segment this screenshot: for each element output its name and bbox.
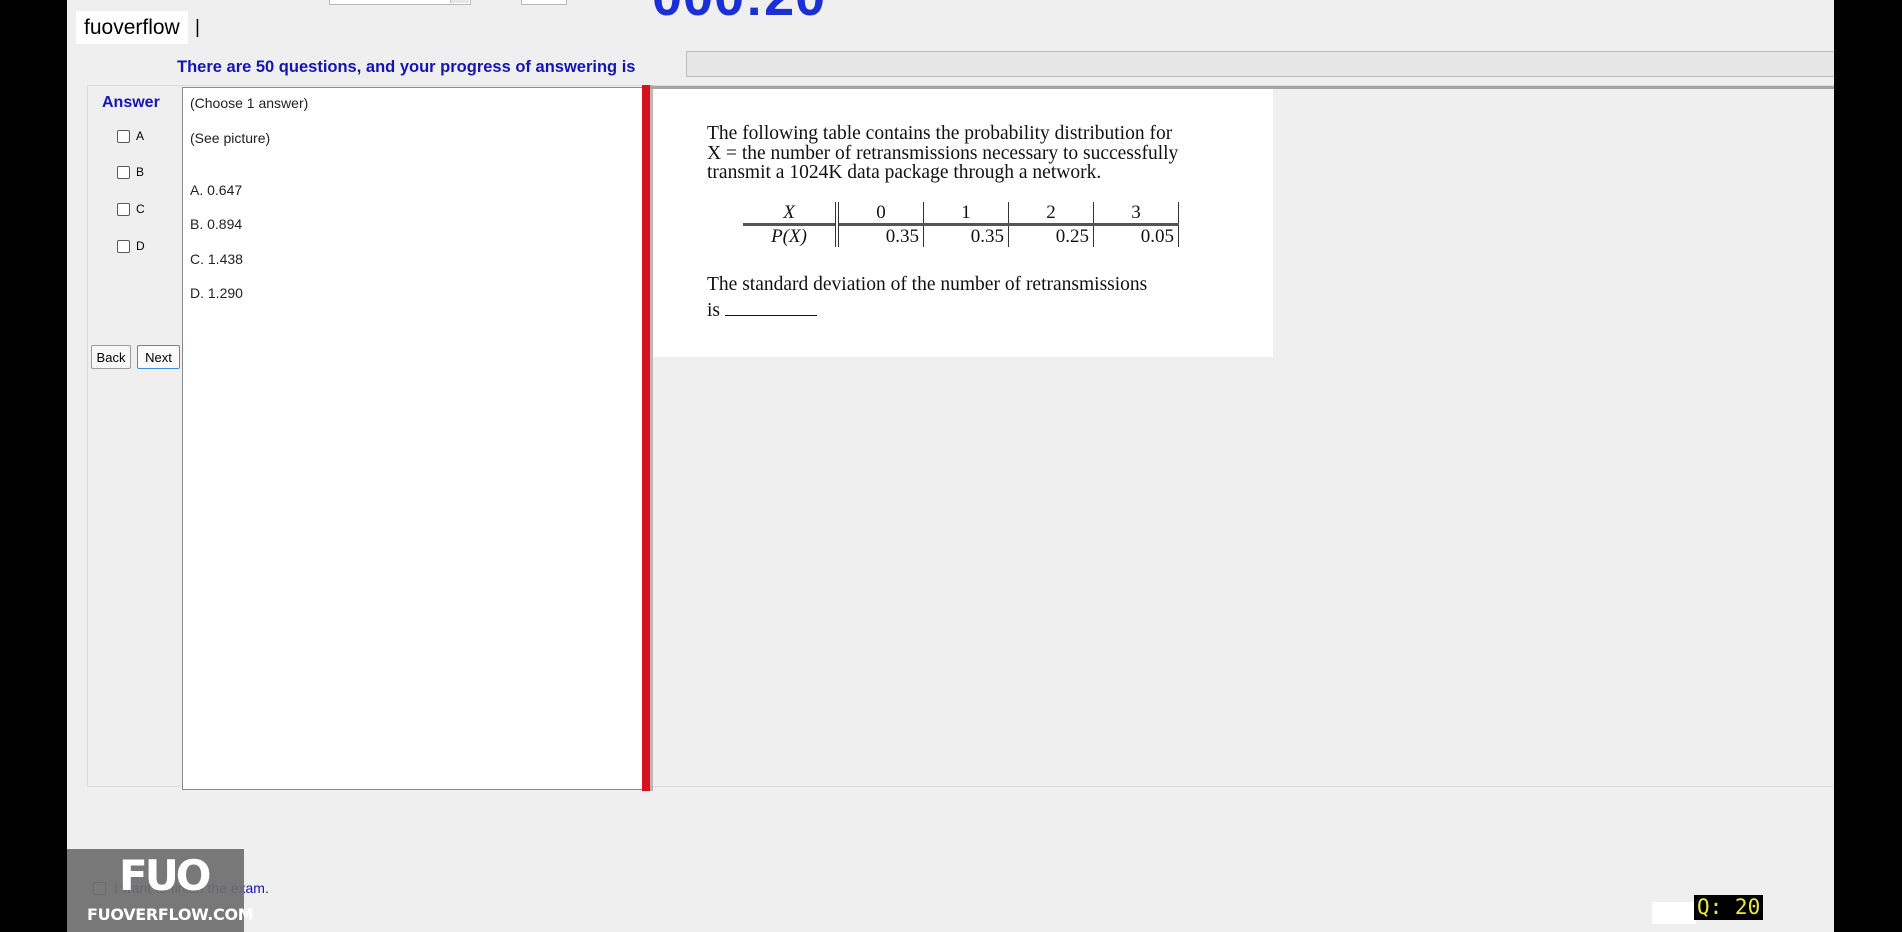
choice-b-text: B. 0.894 bbox=[190, 216, 243, 232]
table-row: P(X) 0.35 0.35 0.25 0.05 bbox=[743, 224, 1179, 247]
watermark-logo: FUO FUOVERFLOW.COM bbox=[67, 849, 254, 932]
answer-text-panel: (Choose 1 answer) (See picture) A. 0.647… bbox=[182, 87, 645, 790]
table-cell: 0 bbox=[837, 202, 924, 226]
option-d-checkbox[interactable]: D bbox=[117, 238, 157, 254]
option-letter: C bbox=[136, 202, 145, 216]
checkbox-icon[interactable] bbox=[117, 202, 130, 216]
table-cell: 2 bbox=[1008, 202, 1094, 226]
top-spin-box[interactable] bbox=[521, 0, 567, 5]
watermark-logo-mark: FUO bbox=[119, 851, 211, 900]
text-cursor: | bbox=[195, 17, 200, 38]
table-cell: 0.35 bbox=[837, 224, 924, 247]
option-letter: A bbox=[136, 129, 145, 143]
table-header-label: X bbox=[743, 202, 839, 226]
brand-label: fuoverflow bbox=[76, 11, 188, 44]
question-counter: Q: 20 bbox=[1694, 895, 1764, 921]
checkbox-icon[interactable] bbox=[117, 165, 130, 179]
answer-title: Answer bbox=[102, 94, 160, 111]
question-image: The following table contains the probabi… bbox=[653, 89, 1273, 357]
answer-prompt: (See picture) bbox=[190, 130, 271, 146]
option-letter: B bbox=[136, 165, 145, 179]
answer-instruction: (Choose 1 answer) bbox=[190, 95, 309, 111]
table-cell: 0.35 bbox=[923, 224, 1009, 247]
question-intro-line: X = the number of retransmissions necess… bbox=[707, 142, 1179, 164]
next-button[interactable]: Next bbox=[137, 345, 180, 369]
panel-divider[interactable] bbox=[642, 85, 650, 791]
exam-timer: 000:20 bbox=[652, 0, 826, 24]
combo-dropdown-button[interactable] bbox=[450, 0, 469, 3]
option-letter: D bbox=[136, 239, 145, 253]
question-intro-line: The following table contains the probabi… bbox=[707, 123, 1173, 144]
table-cell: 3 bbox=[1093, 202, 1179, 226]
option-c-checkbox[interactable]: C bbox=[117, 201, 157, 217]
choice-a-text: A. 0.647 bbox=[190, 182, 243, 198]
counter-backdrop bbox=[1652, 902, 1696, 924]
question-bottom-line2: is bbox=[707, 298, 1227, 324]
question-bottom-line: The standard deviation of the number of … bbox=[707, 274, 1148, 295]
back-button[interactable]: Back bbox=[91, 345, 131, 369]
question-intro: The following table contains the probabi… bbox=[707, 124, 1227, 183]
table-cell: 0.05 bbox=[1093, 224, 1179, 247]
table-row: X 0 1 2 3 bbox=[743, 202, 1179, 226]
choice-c-text: C. 1.438 bbox=[190, 251, 243, 267]
exam-window: 000:20 fuoverflow | There are 50 questio… bbox=[67, 0, 1834, 932]
answer-blank bbox=[724, 299, 817, 316]
progress-label: There are 50 questions, and your progres… bbox=[177, 58, 636, 76]
watermark-text: FUOVERFLOW.COM bbox=[87, 905, 254, 924]
table-value-label: P(X) bbox=[743, 224, 839, 247]
table-cell: 1 bbox=[923, 202, 1009, 226]
question-intro-line: transmit a 1024K data package through a … bbox=[707, 162, 1102, 183]
option-b-checkbox[interactable]: B bbox=[117, 164, 157, 180]
progress-bar bbox=[686, 51, 1834, 77]
choice-d-text: D. 1.290 bbox=[190, 285, 243, 301]
table-cell: 0.25 bbox=[1008, 224, 1094, 247]
option-a-checkbox[interactable]: A bbox=[117, 128, 157, 144]
question-bottom: The standard deviation of the number of … bbox=[707, 272, 1227, 324]
checkbox-icon[interactable] bbox=[117, 129, 130, 143]
question-bottom-is: is bbox=[707, 300, 721, 321]
checkbox-icon[interactable] bbox=[117, 239, 130, 253]
probability-table: X 0 1 2 3 P(X) 0.35 0.35 0.25 0.05 bbox=[743, 202, 1179, 247]
